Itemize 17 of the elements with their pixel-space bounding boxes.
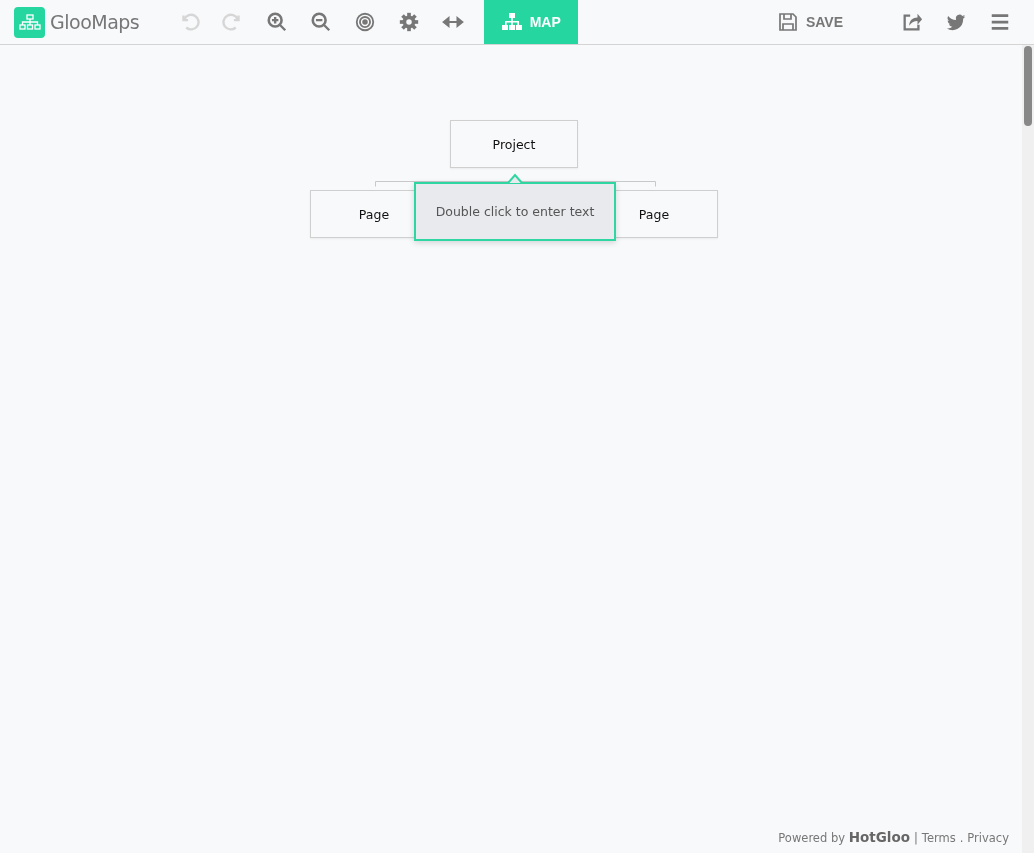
share-icon <box>901 11 923 33</box>
zoom-in-icon <box>266 11 289 33</box>
separator-text: . <box>959 831 964 845</box>
logo-icon <box>14 6 45 38</box>
privacy-link[interactable]: Privacy <box>967 831 1009 845</box>
terms-link[interactable]: Terms <box>921 831 956 845</box>
sitemap-icon <box>501 13 522 31</box>
separator-text: | <box>913 831 918 845</box>
scrollbar[interactable] <box>1022 45 1034 853</box>
map-node[interactable]: Project <box>450 120 578 168</box>
save-button[interactable]: SAVE <box>777 12 843 32</box>
app-name: GlooMaps <box>50 11 140 33</box>
settings-icon <box>398 11 421 33</box>
zoom-out-icon <box>310 11 333 33</box>
menu-icon <box>989 11 1011 33</box>
target-icon <box>354 11 377 33</box>
powered-by-text: Powered by HotGloo <box>778 829 910 845</box>
